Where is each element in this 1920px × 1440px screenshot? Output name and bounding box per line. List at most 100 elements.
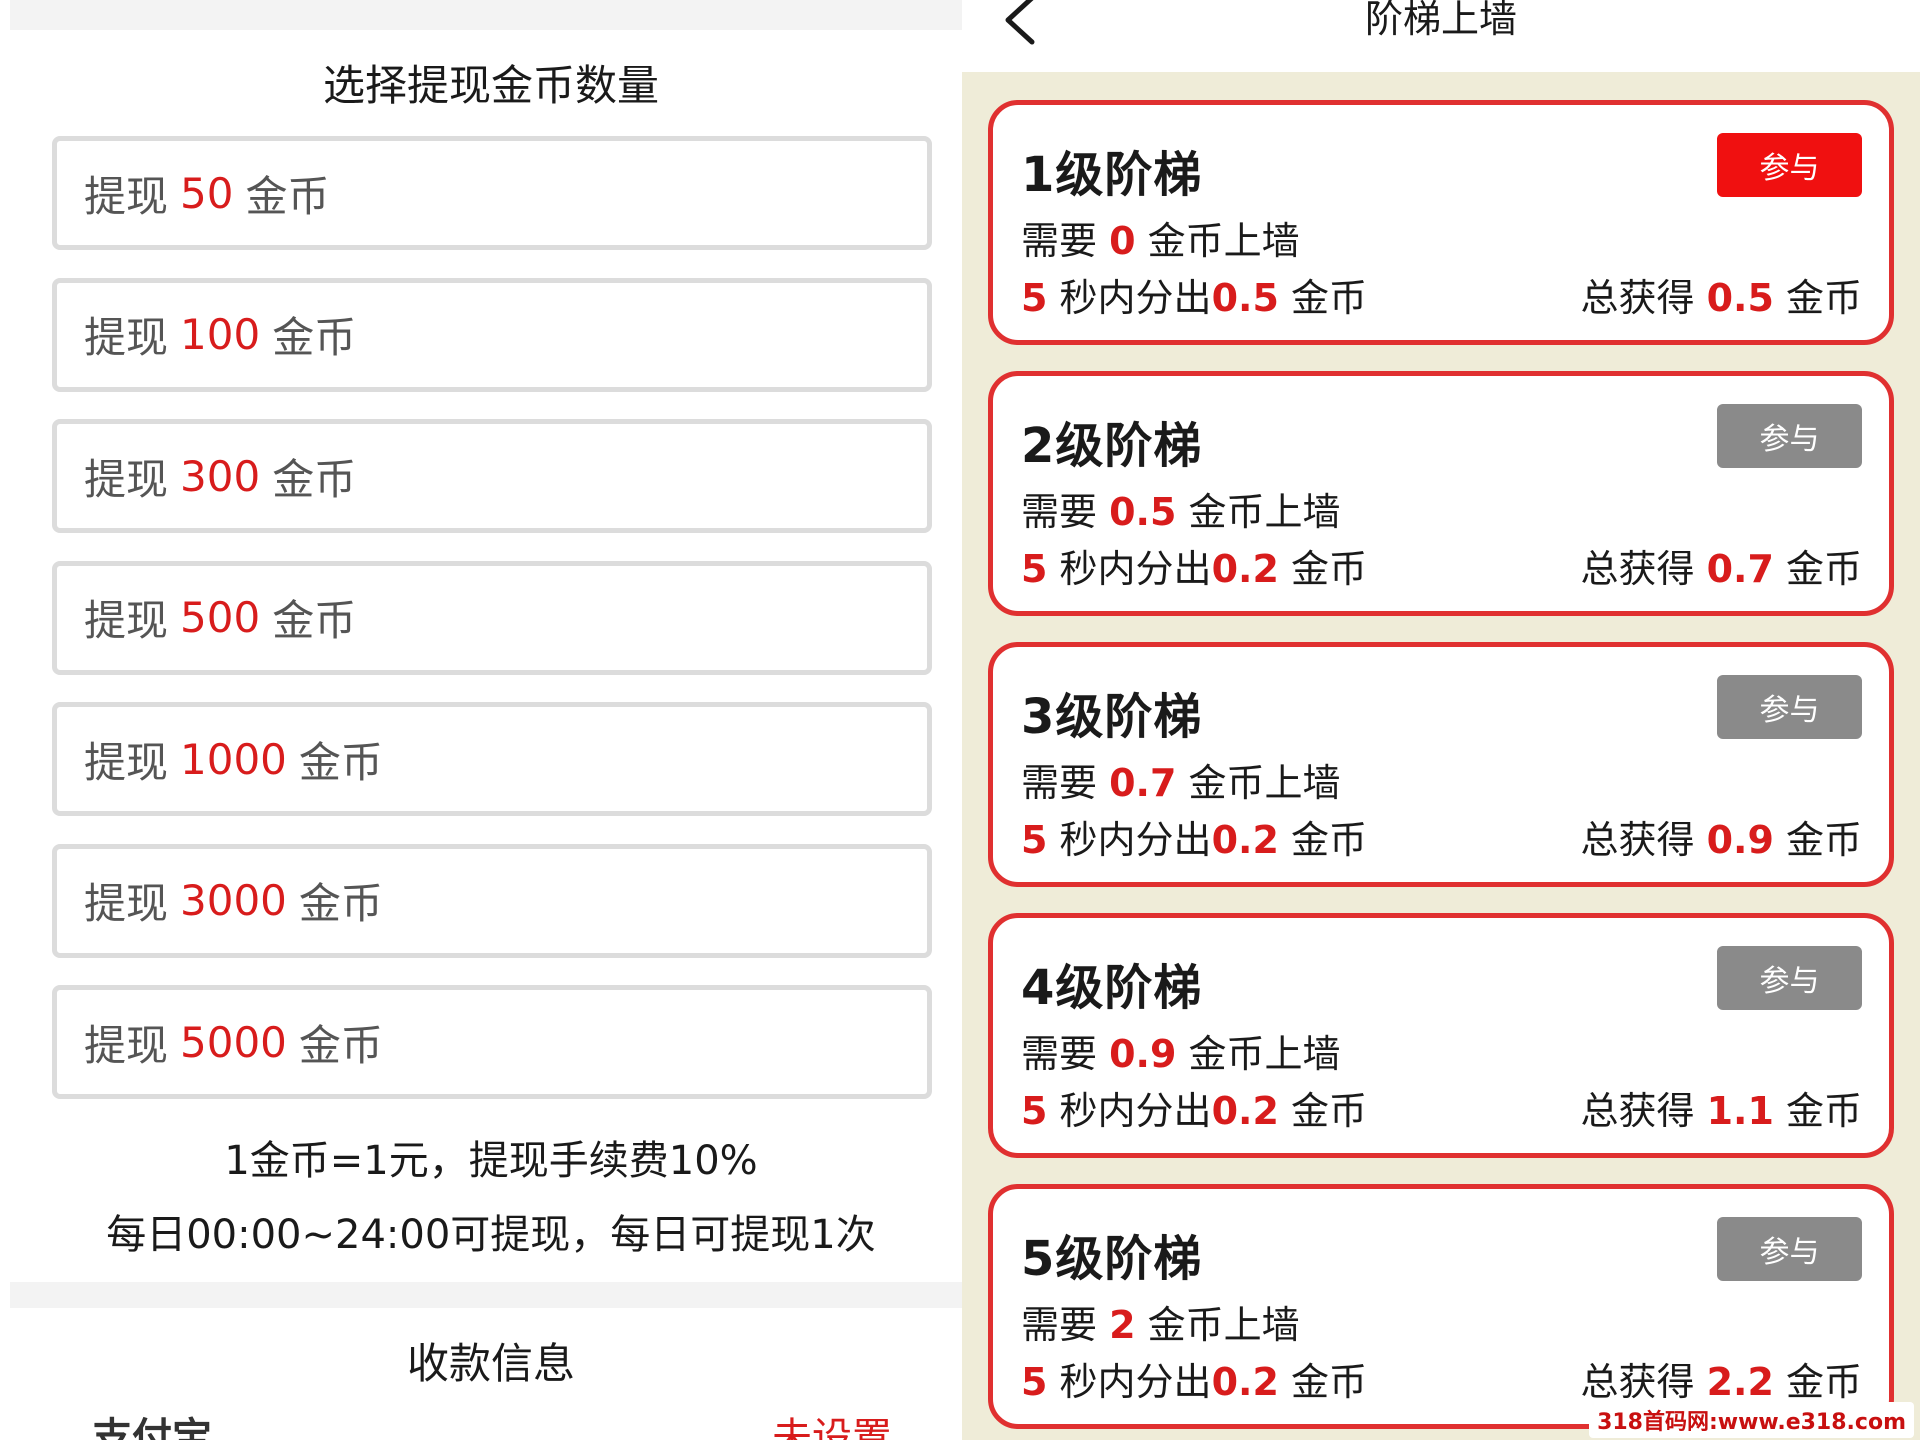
split-amount: 0.2: [1211, 818, 1279, 862]
ladder-total: 总获得 1.1 金币: [1580, 1080, 1862, 1135]
need-amount: 0.7: [1109, 761, 1177, 805]
need-amount: 0.9: [1109, 1032, 1177, 1076]
option-prefix: 提现: [84, 596, 169, 645]
total-amount: 0.7: [1706, 547, 1774, 591]
ladder-title: 阶梯上墙: [1364, 0, 1517, 41]
ladder-card-2: 2级阶梯 参与 需要 0.5 金币上墙 5 秒内分出0.2 金币 总获得 0.7…: [988, 371, 1894, 616]
option-amount: 500: [180, 593, 261, 642]
ladder-total: 总获得 0.5 金币: [1580, 267, 1862, 322]
total-amount: 0.5: [1706, 276, 1774, 320]
total-amount: 0.9: [1706, 818, 1774, 862]
option-prefix: 提现: [84, 171, 169, 221]
option-suffix: 金币: [272, 596, 357, 645]
ladder-total: 总获得 0.7 金币: [1580, 538, 1862, 593]
ladder-split: 5 秒内分出0.2 金币: [1021, 809, 1367, 864]
total-suffix: 金币: [1785, 1089, 1862, 1133]
option-amount: 50: [180, 168, 234, 218]
withdraw-title: 选择提现金币数量: [322, 61, 659, 110]
withdraw-option-50[interactable]: 提现 50 金币: [52, 136, 932, 250]
split-seconds: 5: [1021, 1360, 1048, 1404]
join-button-3[interactable]: 参与: [1717, 675, 1862, 739]
split-seconds: 5: [1021, 1089, 1048, 1133]
ladder-header: 阶梯上墙: [962, 0, 1920, 72]
ladder-level-label: 3级阶梯: [1021, 689, 1203, 745]
need-amount: 0: [1109, 219, 1136, 263]
option-prefix: 提现: [84, 313, 169, 362]
payee-title: 收款信息: [406, 1339, 575, 1388]
split-seconds: 5: [1021, 818, 1048, 862]
option-amount: 300: [180, 451, 261, 501]
payee-method-row[interactable]: 支付宝 未设置: [92, 1405, 892, 1440]
ladder-split: 5 秒内分出0.2 金币: [1021, 1080, 1367, 1135]
option-amount: 100: [180, 310, 261, 359]
withdraw-option-1000[interactable]: 提现 1000 金币: [52, 702, 932, 816]
ladder-level-label: 2级阶梯: [1021, 418, 1203, 474]
split-suffix: 金币: [1290, 1089, 1367, 1133]
ladder-need: 需要 0 金币上墙: [1021, 210, 1300, 265]
ladder-split: 5 秒内分出0.5 金币: [1021, 267, 1367, 322]
withdraw-option-300[interactable]: 提现 300 金币: [52, 419, 932, 533]
option-suffix: 金币: [298, 737, 383, 787]
split-amount: 0.2: [1211, 547, 1279, 591]
ladder-level-label: 4级阶梯: [1021, 960, 1203, 1016]
split-suffix: 金币: [1290, 276, 1367, 320]
withdraw-option-5000[interactable]: 提现 5000 金币: [52, 985, 932, 1099]
total-prefix: 总获得: [1580, 276, 1695, 320]
payee-status[interactable]: 未设置: [772, 1405, 892, 1440]
split-amount: 0.5: [1211, 276, 1279, 320]
split-amount: 0.2: [1211, 1089, 1279, 1133]
top-divider: [10, 0, 962, 30]
total-prefix: 总获得: [1580, 818, 1695, 862]
join-button-2[interactable]: 参与: [1717, 404, 1862, 468]
need-prefix: 需要: [1021, 219, 1098, 263]
need-prefix: 需要: [1021, 490, 1098, 534]
withdraw-option-500[interactable]: 提现 500 金币: [52, 560, 932, 675]
need-suffix: 金币上墙: [1147, 1303, 1300, 1347]
total-suffix: 金币: [1785, 547, 1862, 591]
split-suffix: 金币: [1290, 1360, 1367, 1404]
join-button-5[interactable]: 参与: [1717, 1217, 1862, 1281]
withdraw-option-3000[interactable]: 提现 3000 金币: [52, 843, 932, 958]
option-amount: 1000: [180, 734, 287, 784]
total-prefix: 总获得: [1580, 1089, 1695, 1133]
split-suffix: 金币: [1290, 547, 1367, 591]
total-amount: 2.2: [1706, 1360, 1774, 1404]
ladder-total: 总获得 0.9 金币: [1580, 809, 1862, 864]
ladder-card-3: 3级阶梯 参与 需要 0.7 金币上墙 5 秒内分出0.2 金币 总获得 0.9…: [988, 642, 1894, 887]
split-middle: 秒内分出: [1059, 1360, 1212, 1404]
withdraw-option-100[interactable]: 提现 100 金币: [52, 277, 932, 392]
split-middle: 秒内分出: [1059, 547, 1212, 591]
option-prefix: 提现: [84, 737, 169, 787]
option-suffix: 金币: [272, 454, 357, 504]
total-suffix: 金币: [1785, 818, 1862, 862]
option-prefix: 提现: [84, 454, 169, 504]
need-prefix: 需要: [1021, 761, 1098, 805]
need-prefix: 需要: [1021, 1032, 1098, 1076]
option-suffix: 金币: [298, 879, 383, 928]
withdraw-time-rule: 每日00:00~24:00可提现，每日可提现1次: [106, 1212, 876, 1258]
ladder-split: 5 秒内分出0.2 金币: [1021, 1351, 1367, 1406]
split-middle: 秒内分出: [1059, 818, 1212, 862]
need-suffix: 金币上墙: [1188, 490, 1341, 534]
ladder-need: 需要 0.7 金币上墙: [1021, 752, 1341, 807]
ladder-split: 5 秒内分出0.2 金币: [1021, 538, 1367, 593]
total-prefix: 总获得: [1580, 547, 1695, 591]
split-seconds: 5: [1021, 547, 1048, 591]
split-suffix: 金币: [1290, 818, 1367, 862]
section-divider: [10, 1282, 962, 1308]
need-suffix: 金币上墙: [1188, 761, 1341, 805]
ladder-panel: 阶梯上墙 1级阶梯 参与 需要 0 金币上墙 5 秒内分出0.5 金币 总获得 …: [962, 0, 1920, 1440]
join-button-1[interactable]: 参与: [1717, 133, 1862, 197]
join-button-4[interactable]: 参与: [1717, 946, 1862, 1010]
exchange-rate-rule: 1金币=1元，提现手续费10%: [224, 1138, 758, 1184]
ladder-need: 需要 0.9 金币上墙: [1021, 1023, 1341, 1078]
need-suffix: 金币上墙: [1147, 219, 1300, 263]
ladder-card-1: 1级阶梯 参与 需要 0 金币上墙 5 秒内分出0.5 金币 总获得 0.5 金…: [988, 100, 1894, 345]
option-prefix: 提现: [84, 1020, 169, 1070]
ladder-level-label: 1级阶梯: [1021, 147, 1203, 203]
total-suffix: 金币: [1785, 1360, 1862, 1404]
total-suffix: 金币: [1785, 276, 1862, 320]
ladder-card-5: 5级阶梯 参与 需要 2 金币上墙 5 秒内分出0.2 金币 总获得 2.2 金…: [988, 1184, 1894, 1429]
option-suffix: 金币: [298, 1020, 383, 1070]
total-amount: 1.1: [1706, 1089, 1774, 1133]
